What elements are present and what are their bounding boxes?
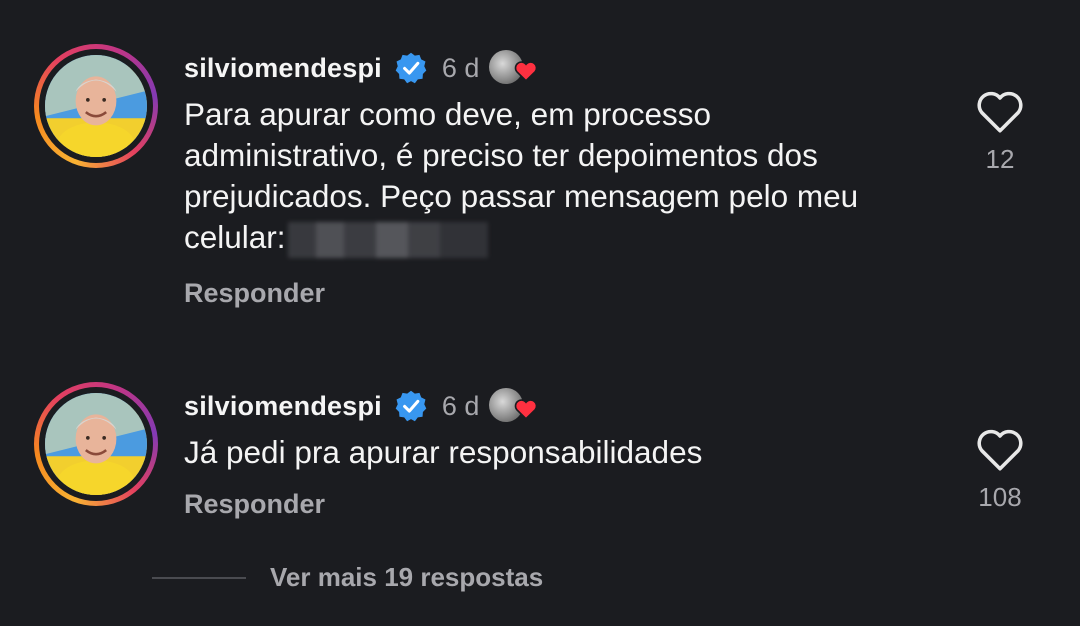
- redacted-phone-number: [287, 221, 488, 258]
- reply-button[interactable]: Responder: [184, 489, 884, 520]
- comment-text-content: Para apurar como deve, em processo admin…: [184, 96, 859, 255]
- comment: silviomendespi 6 d Para apurar como deve…: [0, 40, 1080, 320]
- comment-body: silviomendespi 6 d Já pedi pra apurar re…: [184, 386, 884, 520]
- creator-liked-heart-icon: [515, 399, 538, 420]
- avatar[interactable]: [34, 44, 158, 168]
- username-link[interactable]: silviomendespi: [184, 391, 382, 422]
- heart-outline-icon: [977, 429, 1023, 471]
- comment-text: Para apurar como deve, em processo admin…: [184, 94, 884, 258]
- verified-badge-icon: [395, 52, 427, 84]
- timestamp: 6 d: [441, 390, 480, 421]
- profile-photo: [45, 393, 147, 495]
- comment-header: silviomendespi 6 d: [184, 48, 884, 88]
- comment: silviomendespi 6 d Já pedi pra apurar re…: [0, 378, 1080, 538]
- like-count: 108: [978, 482, 1022, 512]
- like-count: 12: [985, 144, 1015, 174]
- thread-divider: [152, 576, 246, 579]
- avatar[interactable]: [34, 382, 158, 506]
- heart-outline-icon: [977, 91, 1023, 133]
- creator-liked-heart-icon: [515, 61, 538, 82]
- username-link[interactable]: silviomendespi: [184, 53, 382, 84]
- creator-liked-badge: [489, 388, 539, 424]
- like-button[interactable]: 108: [972, 426, 1028, 513]
- timestamp: 6 d: [441, 52, 480, 83]
- like-button[interactable]: 12: [972, 88, 1028, 175]
- view-more-replies-label: Ver mais 19 respostas: [270, 562, 544, 592]
- profile-photo: [45, 55, 147, 157]
- comment-text: Já pedi pra apurar responsabilidades: [184, 434, 703, 470]
- view-more-replies[interactable]: Ver mais 19 respostas: [152, 562, 543, 593]
- comment-header: silviomendespi 6 d: [184, 386, 884, 426]
- profile-photo-image: [45, 55, 147, 157]
- comment-body: silviomendespi 6 d Para apurar como deve…: [184, 48, 884, 309]
- reply-button[interactable]: Responder: [184, 278, 884, 309]
- profile-photo-image: [45, 393, 147, 495]
- creator-liked-badge: [489, 50, 539, 86]
- verified-badge-icon: [395, 390, 427, 422]
